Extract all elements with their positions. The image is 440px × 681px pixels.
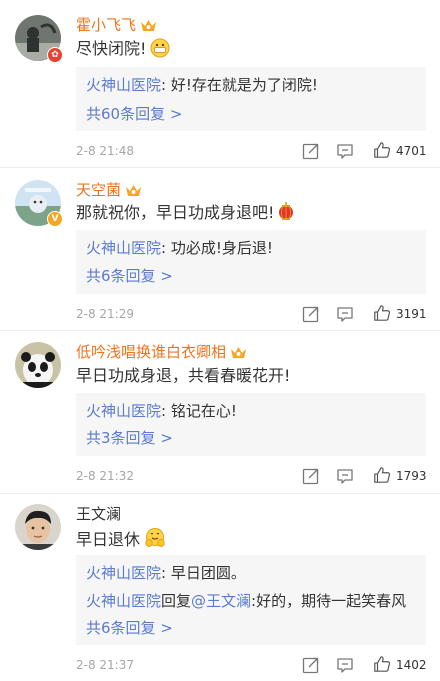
username[interactable]: 天空菌 [76,180,142,200]
more-replies-link[interactable]: 共3条回复 > [86,428,173,448]
more-replies-link[interactable]: 共6条回复 > [86,266,173,286]
comment-text-content: 那就祝你，早日功成身退吧! [76,203,275,222]
grin-emoji-icon [150,38,170,58]
vip-crown-icon [126,185,142,196]
reply-line: 火神山医院: 铭记在心! [86,401,237,421]
vip-crown-icon [231,347,247,358]
comment-text: 那就祝你，早日功成身退吧! [76,202,294,224]
reply-author-link[interactable]: 火神山医院 [86,239,161,257]
comment-time: 2-8 21:29 [76,307,134,321]
reply-line: 火神山医院回复@王文澜:好的，期待一起笑春风 [86,591,406,611]
more-replies-link[interactable]: 共60条回复 > [86,104,182,124]
reply-author-link[interactable]: 火神山医院 [86,564,161,582]
reply-author-link[interactable]: 火神山医院 [86,592,161,610]
username-text[interactable]: 低吟浅唱换谁白衣卿相 [76,343,226,361]
username-text[interactable]: 霍小飞飞 [76,16,136,34]
reply-text: : 好!存在就是为了闭院! [161,76,318,94]
share-icon[interactable] [302,656,320,674]
comment-time: 2-8 21:32 [76,469,134,483]
comment-icon[interactable] [336,305,354,323]
mention-link[interactable]: @王文澜 [191,592,251,610]
comment-text-content: 早日功成身退，共看春暖花开! [76,366,291,385]
lantern-emoji-icon [279,202,294,220]
username-text[interactable]: 天空菌 [76,181,121,199]
comment-time: 2-8 21:48 [76,144,134,158]
comment-icon[interactable] [336,467,354,485]
share-icon[interactable] [302,467,320,485]
like-count: 1402 [396,658,427,672]
like-icon[interactable] [372,655,392,673]
like-icon[interactable] [372,141,392,159]
reply-line: 火神山医院: 功必成!身后退! [86,238,273,258]
reply-text: : 铭记在心! [161,402,237,420]
reply-text: : 功必成!身后退! [161,239,273,257]
share-icon[interactable] [302,142,320,160]
like-count: 4701 [396,144,427,158]
comment-icon[interactable] [336,142,354,160]
reply-box[interactable]: 火神山医院: 早日团圆。 火神山医院回复@王文澜:好的，期待一起笑春风 共6条回… [76,555,426,645]
verified-badge-icon: V [47,211,63,227]
more-replies-link[interactable]: 共6条回复 > [86,618,173,638]
comment-text: 早日功成身退，共看春暖花开! [76,365,290,387]
divider [0,330,440,331]
username[interactable]: 霍小飞飞 [76,15,157,35]
reply-box[interactable]: 火神山医院: 铭记在心! 共3条回复 > [76,393,426,456]
comment-text-content: 尽快闭院! [76,39,147,58]
reply-text: :好的，期待一起笑春风 [251,592,407,610]
reply-box[interactable]: 火神山医院: 功必成!身后退! 共6条回复 > [76,230,426,294]
comment-time: 2-8 21:37 [76,658,134,672]
reply-author-link[interactable]: 火神山医院 [86,76,161,94]
reply-author-link[interactable]: 火神山医院 [86,402,161,420]
like-count: 1793 [396,469,427,483]
like-count: 3191 [396,307,427,321]
vip-crown-icon [141,20,157,31]
avatar[interactable] [15,504,61,550]
like-icon[interactable] [372,466,392,484]
username[interactable]: 王文澜 [76,504,121,524]
reply-box[interactable]: 火神山医院: 好!存在就是为了闭院! 共60条回复 > [76,67,426,131]
username[interactable]: 低吟浅唱换谁白衣卿相 [76,342,247,362]
like-icon[interactable] [372,304,392,322]
reply-line: 火神山医院: 好!存在就是为了闭院! [86,75,318,95]
comment-text: 早日退休 [76,527,166,551]
divider [0,493,440,494]
username-text[interactable]: 王文澜 [76,505,121,523]
comment-icon[interactable] [336,656,354,674]
comment-text: 尽快闭院! [76,38,170,60]
divider [0,167,440,168]
hug-emoji-icon [145,528,165,547]
reply-text: : 早日团圆。 [161,564,246,582]
reply-line: 火神山医院: 早日团圆。 [86,563,246,583]
comment-text-content: 早日退休 [76,530,141,549]
avatar[interactable] [15,342,61,388]
share-icon[interactable] [302,305,320,323]
verified-badge-icon: ✿ [47,47,63,63]
reply-label: 回复 [161,592,192,610]
